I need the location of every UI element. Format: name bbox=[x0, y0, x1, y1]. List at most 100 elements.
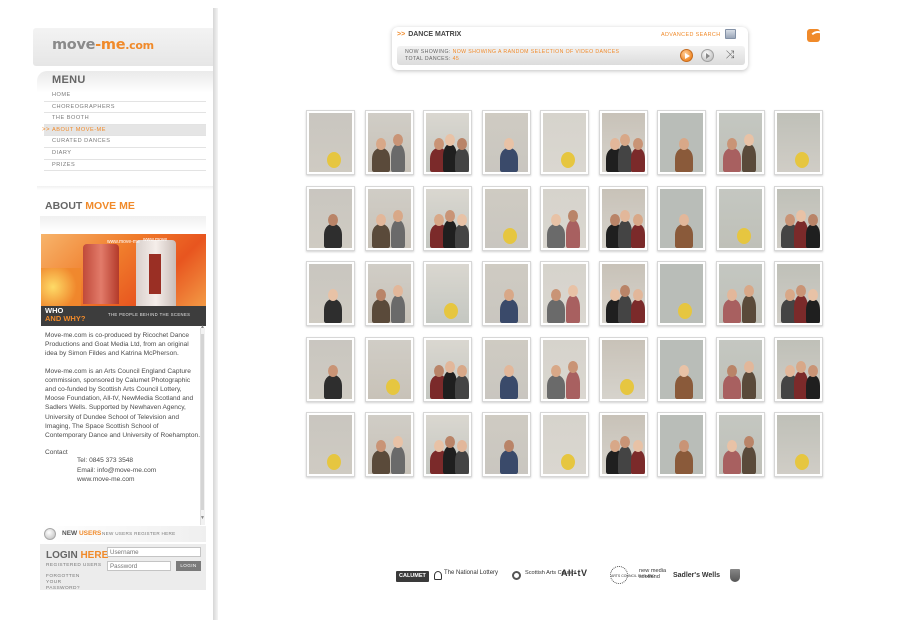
arts-council-logo[interactable]: ARTS COUNCIL ENGLAND bbox=[610, 566, 655, 584]
menu-item-prizes[interactable]: PRIZES bbox=[44, 160, 206, 172]
dance-thumbnail[interactable] bbox=[598, 336, 648, 402]
person-head bbox=[434, 364, 444, 377]
dance-thumbnail[interactable] bbox=[598, 185, 648, 251]
person-silhouette bbox=[455, 450, 469, 474]
dance-thumbnail[interactable] bbox=[423, 336, 472, 402]
contact-website[interactable]: www.move-me.com bbox=[45, 475, 201, 484]
sadlers-wells-logo[interactable]: Sadler's Wells bbox=[673, 572, 720, 579]
person-head bbox=[328, 289, 338, 301]
dance-thumbnail[interactable] bbox=[364, 261, 414, 326]
next-icon[interactable] bbox=[701, 49, 714, 62]
person-head bbox=[375, 138, 386, 150]
dance-thumbnail[interactable] bbox=[657, 261, 706, 326]
dance-thumbnail[interactable] bbox=[481, 412, 531, 477]
contact-details: Tel: 0845 373 3548 Email: info@move-me.c… bbox=[45, 456, 201, 484]
dance-thumbnail[interactable] bbox=[306, 336, 355, 402]
dance-thumbnail[interactable] bbox=[540, 336, 589, 402]
matrix-status: NOW SHOWING: NOW SHOWING A RANDOM SELECT… bbox=[405, 49, 619, 62]
dance-thumbnail[interactable] bbox=[540, 110, 589, 175]
forgot-password-link[interactable]: FORGOTTEN YOUR PASSWORD? bbox=[46, 574, 96, 592]
menu-title: MENU bbox=[52, 74, 86, 86]
total-dances-label: TOTAL DANCES: bbox=[405, 55, 451, 62]
contact-phone: Tel: 0845 373 3548 bbox=[77, 457, 134, 465]
dance-thumbnail[interactable] bbox=[715, 261, 765, 326]
dance-thumbnail[interactable] bbox=[774, 110, 823, 175]
dance-thumbnail[interactable] bbox=[774, 336, 823, 402]
dance-thumbnail[interactable] bbox=[364, 412, 414, 477]
about-scrollbar-thumb[interactable] bbox=[201, 334, 204, 510]
dance-thumbnail[interactable] bbox=[540, 185, 589, 251]
dance-thumbnail[interactable] bbox=[364, 110, 414, 175]
contact-email[interactable]: Email: info@move-me.com bbox=[45, 466, 201, 475]
alltv-logo[interactable]: All-tV bbox=[561, 569, 588, 578]
person-silhouette bbox=[371, 299, 390, 323]
dance-thumbnail[interactable] bbox=[481, 336, 531, 402]
dance-thumbnail[interactable] bbox=[364, 185, 414, 251]
menu-item-label: PRIZES bbox=[52, 161, 76, 168]
dance-thumbnail[interactable] bbox=[715, 110, 765, 175]
dance-thumbnail[interactable] bbox=[481, 110, 531, 175]
dance-thumbnail[interactable] bbox=[423, 185, 472, 251]
menu-item-home[interactable]: HOME bbox=[44, 90, 206, 102]
advanced-search-icon[interactable] bbox=[725, 29, 736, 39]
person-head bbox=[609, 440, 620, 452]
menu-item-choreographers[interactable]: CHOREOGRAPHERS bbox=[44, 102, 206, 114]
dance-thumbnail[interactable] bbox=[715, 336, 765, 402]
dance-thumbnail[interactable] bbox=[540, 412, 589, 477]
dance-still-image bbox=[367, 415, 411, 474]
person-head bbox=[808, 364, 819, 377]
new-media-scotland-logo[interactable]: new media scotland bbox=[639, 568, 669, 581]
dance-thumbnail[interactable] bbox=[364, 336, 414, 402]
dance-thumbnail[interactable] bbox=[306, 110, 355, 175]
scroll-down-icon[interactable]: ▼ bbox=[200, 515, 205, 521]
shuffle-icon[interactable]: ⤨ bbox=[722, 48, 738, 61]
new-users-icon[interactable] bbox=[44, 528, 56, 540]
rss-icon[interactable] bbox=[807, 29, 820, 42]
dance-thumbnail[interactable] bbox=[540, 261, 589, 326]
dance-thumbnail[interactable] bbox=[423, 110, 472, 175]
active-arrow-icon: >> bbox=[42, 126, 51, 133]
menu-item-the-booth[interactable]: THE BOOTH bbox=[44, 113, 206, 125]
dance-thumbnail[interactable] bbox=[715, 412, 765, 477]
dance-thumbnail[interactable] bbox=[657, 110, 706, 175]
menu-item-about[interactable]: >> ABOUT MOVE-ME bbox=[42, 124, 206, 137]
scroll-up-icon[interactable]: ▲ bbox=[200, 324, 205, 330]
login-title-part2: HERE bbox=[80, 550, 109, 561]
dance-thumbnail[interactable] bbox=[598, 261, 648, 326]
university-shield-icon[interactable] bbox=[730, 569, 740, 582]
person-head bbox=[434, 138, 444, 150]
menu-item-curated-dances[interactable]: CURATED DANCES bbox=[44, 136, 206, 148]
scottish-arts-icon bbox=[512, 571, 521, 580]
dance-thumbnail[interactable] bbox=[481, 261, 531, 326]
menu-item-diary[interactable]: DIARY bbox=[44, 148, 206, 160]
lottery-logo[interactable]: The National Lottery bbox=[444, 570, 498, 577]
dance-thumbnail[interactable] bbox=[306, 185, 355, 251]
play-icon[interactable] bbox=[680, 49, 693, 62]
dance-thumbnail[interactable] bbox=[774, 261, 823, 326]
dance-thumbnail[interactable] bbox=[774, 412, 823, 477]
password-field[interactable] bbox=[107, 561, 171, 571]
dance-thumbnail[interactable] bbox=[481, 185, 531, 251]
dance-thumbnail[interactable] bbox=[306, 412, 355, 477]
register-link[interactable]: NEW USERS REGISTER HERE bbox=[102, 531, 176, 536]
dance-still-image bbox=[601, 113, 645, 172]
dance-thumbnail[interactable] bbox=[657, 336, 706, 402]
dance-thumbnail[interactable] bbox=[598, 110, 648, 175]
dance-thumbnail[interactable] bbox=[657, 412, 706, 477]
login-button[interactable]: LOGIN bbox=[176, 561, 201, 571]
dance-thumbnail[interactable] bbox=[774, 185, 823, 251]
dance-thumbnail[interactable] bbox=[306, 261, 355, 326]
dance-thumbnail[interactable] bbox=[423, 261, 472, 326]
person-silhouette bbox=[371, 223, 390, 248]
calumet-logo[interactable]: CALUMET bbox=[396, 571, 429, 582]
dance-thumbnail[interactable] bbox=[423, 412, 472, 477]
dance-thumbnail[interactable] bbox=[715, 185, 765, 251]
dance-still-image bbox=[601, 188, 645, 248]
dance-thumbnail[interactable] bbox=[657, 185, 706, 251]
advanced-search-link[interactable]: ADVANCED SEARCH bbox=[661, 32, 721, 38]
dance-thumbnail[interactable] bbox=[598, 412, 648, 477]
site-logo[interactable]: move-me.com bbox=[52, 37, 154, 53]
about-divider bbox=[40, 216, 206, 232]
new-users-part2: USERS bbox=[78, 530, 102, 537]
username-field[interactable] bbox=[107, 547, 201, 557]
